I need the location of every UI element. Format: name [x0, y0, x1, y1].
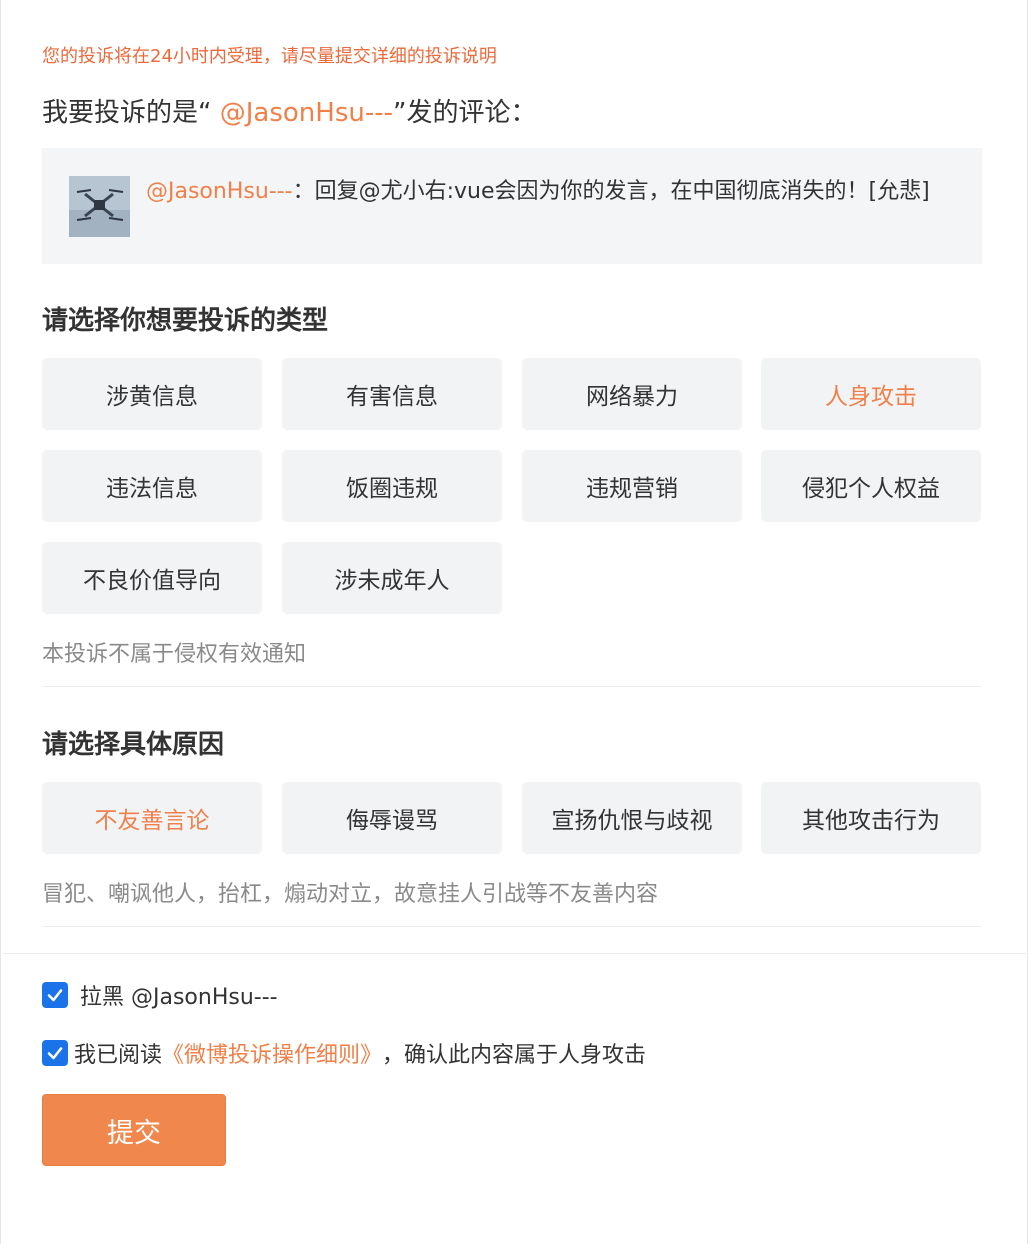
comment-separator: ：	[292, 179, 315, 204]
rules-link[interactable]: 《微博投诉操作细则》	[162, 1037, 382, 1069]
complaint-type-option[interactable]: 网络暴力	[522, 358, 742, 430]
comment-author-link[interactable]: @JasonHsu---	[146, 179, 293, 204]
agree-rules-checkbox[interactable]	[42, 1040, 68, 1066]
comment-text: @JasonHsu---：回复@尤小右:vue会因为你的发言，在中国彻底消失的！…	[146, 176, 961, 207]
checkmark-icon	[47, 1047, 63, 1060]
notice-text: 您的投诉将在24小时内受理，请尽量提交详细的投诉说明	[42, 46, 497, 67]
block-user-row[interactable]: 拉黑 @JasonHsu---	[42, 979, 278, 1011]
agree-prefix: 我已阅读	[74, 1043, 163, 1068]
divider	[42, 686, 982, 687]
complaint-type-option[interactable]: 涉未成年人	[282, 542, 502, 614]
submit-button[interactable]: 提交	[42, 1094, 226, 1166]
divider	[42, 926, 982, 927]
reason-option[interactable]: 宣扬仇恨与歧视	[522, 782, 742, 854]
reason-hint: 冒犯、嘲讽他人，抬杠，煽动对立，故意挂人引战等不友善内容	[42, 882, 659, 907]
avatar	[69, 176, 130, 237]
complaint-type-option[interactable]: 饭圈违规	[282, 450, 502, 522]
agree-suffix: ，确认此内容属于人身攻击	[382, 1043, 647, 1068]
reason-option[interactable]: 不友善言论	[42, 782, 262, 854]
complaint-type-option[interactable]: 违法信息	[42, 450, 262, 522]
type-hint: 本投诉不属于侵权有效通知	[42, 642, 307, 667]
block-user-label: 拉黑 @JasonHsu---	[80, 985, 278, 1010]
agree-rules-row[interactable]: 我已阅读 《微博投诉操作细则》 ，确认此内容属于人身攻击	[42, 1037, 646, 1069]
complaint-target: 我要投诉的是“ @JasonHsu---”发的评论：	[42, 92, 537, 129]
drone-icon	[69, 176, 130, 237]
reason-option[interactable]: 其他攻击行为	[761, 782, 981, 854]
reason-section-title: 请选择具体原因	[42, 730, 225, 760]
complaint-type-option[interactable]: 不良价值导向	[42, 542, 262, 614]
comment-content: 回复@尤小右:vue会因为你的发言，在中国彻底消失的！[允悲]	[314, 179, 930, 204]
type-section-title: 请选择你想要投诉的类型	[42, 306, 329, 336]
reason-option[interactable]: 侮辱谩骂	[282, 782, 502, 854]
complaint-type-option[interactable]: 有害信息	[282, 358, 502, 430]
complaint-type-option[interactable]: 侵犯个人权益	[761, 450, 981, 522]
complaint-type-option[interactable]: 涉黄信息	[42, 358, 262, 430]
target-user-link[interactable]: @JasonHsu---	[211, 98, 393, 128]
target-suffix: ”发的评论：	[393, 98, 537, 128]
complaint-type-option[interactable]: 违规营销	[522, 450, 742, 522]
comment-preview: @JasonHsu---：回复@尤小右:vue会因为你的发言，在中国彻底消失的！…	[42, 148, 982, 264]
divider	[2, 953, 1028, 954]
target-prefix: 我要投诉的是“	[42, 98, 212, 128]
block-user-checkbox[interactable]	[42, 982, 68, 1008]
checkmark-icon	[47, 989, 63, 1002]
complaint-form: 您的投诉将在24小时内受理，请尽量提交详细的投诉说明 我要投诉的是“ @Jaso…	[0, 0, 1028, 1244]
complaint-type-option[interactable]: 人身攻击	[761, 358, 981, 430]
